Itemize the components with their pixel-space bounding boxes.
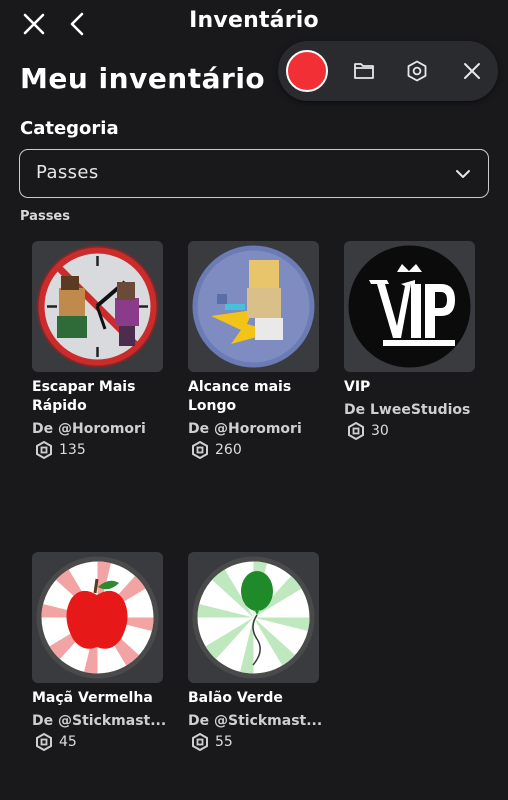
pass-card[interactable]: Escapar Mais Rápido De @Horomori 135 bbox=[32, 241, 167, 459]
pass-creator: De @Stickmast... bbox=[188, 713, 323, 729]
pass-price-value: 55 bbox=[215, 734, 233, 750]
pass-name: VIP bbox=[344, 379, 371, 395]
section-label: Passes bbox=[20, 209, 70, 224]
red-apple-image bbox=[32, 552, 163, 683]
pass-price-value: 135 bbox=[59, 442, 86, 458]
settings-hex-icon[interactable] bbox=[405, 59, 429, 83]
folder-icon[interactable] bbox=[352, 59, 376, 83]
vip-crown-image bbox=[344, 241, 475, 372]
pass-price: 135 bbox=[32, 441, 167, 459]
header-title: Inventário bbox=[189, 8, 319, 33]
pass-price-value: 45 bbox=[59, 734, 77, 750]
pass-price: 30 bbox=[344, 422, 479, 440]
pass-name: Alcance mais Longo bbox=[188, 379, 292, 414]
pass-card[interactable]: Balão Verde De @Stickmast... 55 bbox=[188, 552, 323, 751]
pass-creator: De LweeStudios bbox=[344, 402, 471, 418]
pass-price-value: 260 bbox=[215, 442, 242, 458]
pass-price: 45 bbox=[32, 733, 167, 751]
robux-icon bbox=[192, 441, 208, 459]
category-label: Categoria bbox=[20, 118, 119, 139]
inventory-page: Inventário Meu inventário Categoria Pass… bbox=[0, 0, 508, 800]
record-button[interactable] bbox=[286, 50, 328, 92]
category-dropdown[interactable]: Passes bbox=[19, 149, 489, 198]
pass-card[interactable]: Alcance mais Longo De @Horomori 260 bbox=[188, 241, 323, 459]
robux-icon bbox=[348, 422, 364, 440]
robux-icon bbox=[192, 733, 208, 751]
page-title: Meu inventário bbox=[20, 62, 266, 95]
green-balloon-image bbox=[188, 552, 319, 683]
long-reach-image bbox=[188, 241, 319, 372]
screen-recorder-toolbar bbox=[278, 41, 498, 101]
category-selected-value: Passes bbox=[36, 162, 99, 183]
pass-name: Balão Verde bbox=[188, 690, 283, 706]
pass-creator: De @Horomori bbox=[32, 421, 146, 437]
pass-card[interactable]: VIP De LweeStudios 30 bbox=[344, 241, 479, 440]
pass-card[interactable]: Maçã Vermelha De @Stickmast... 45 bbox=[32, 552, 167, 751]
close-icon[interactable] bbox=[460, 59, 484, 83]
pass-creator: De @Horomori bbox=[188, 421, 302, 437]
pass-price: 260 bbox=[188, 441, 323, 459]
pass-price: 55 bbox=[188, 733, 323, 751]
pass-price-value: 30 bbox=[371, 423, 389, 439]
chevron-down-icon bbox=[454, 165, 472, 183]
clock-runners-image bbox=[32, 241, 163, 372]
robux-icon bbox=[36, 733, 52, 751]
pass-creator: De @Stickmast... bbox=[32, 713, 167, 729]
pass-name: Escapar Mais Rápido bbox=[32, 379, 136, 414]
robux-icon bbox=[36, 441, 52, 459]
pass-name: Maçã Vermelha bbox=[32, 690, 153, 706]
